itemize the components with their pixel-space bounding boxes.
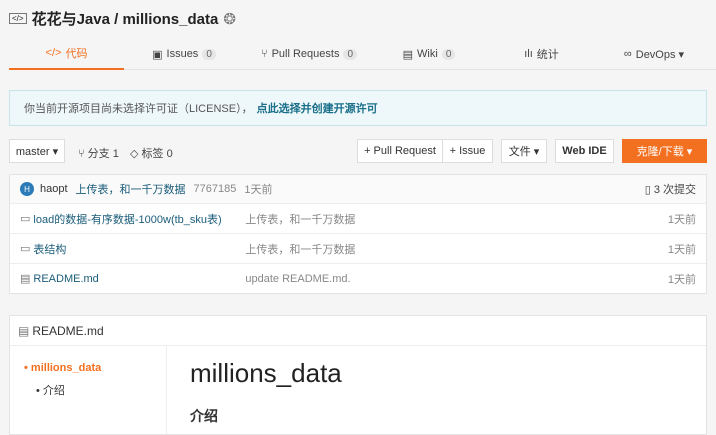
tab-label: DevOps ▾ <box>635 48 685 61</box>
license-notice: 你当前开源项目尚未选择许可证（LICENSE）， 点此选择并创建开源许可 <box>9 90 707 126</box>
license-link[interactable]: 点此选择并创建开源许可 <box>257 100 378 116</box>
latest-commit: H haopt 上传表，和一千万数据 7767185 1天前 ▯ 3 次提交 <box>10 175 706 203</box>
wiki-icon: ▤ <box>402 48 414 61</box>
code-icon: </> <box>45 47 62 59</box>
readme-subheading: 介绍 <box>190 408 218 424</box>
tab-label: 统计 <box>536 49 559 61</box>
tab-stats[interactable]: ılı 统计 <box>484 38 599 70</box>
issues-icon: ▣ <box>152 48 163 61</box>
pull-request-button[interactable]: + Pull Request <box>357 139 443 163</box>
tab-devops[interactable]: ∞ DevOps ▾ <box>599 38 709 70</box>
file-menu-button[interactable]: 文件 ▾ <box>501 139 547 163</box>
tag-icon: ◇ <box>130 148 142 160</box>
repo-name[interactable]: 花花与Java / millions_data <box>32 8 219 29</box>
commit-hash[interactable]: 7767185 <box>194 183 237 195</box>
file-icon: ▤ <box>20 273 31 285</box>
commit-count[interactable]: ▯ 3 次提交 <box>645 181 696 197</box>
file-row[interactable]: ▤ README.md update README.md. 1天前 <box>10 263 706 293</box>
clone-download-button[interactable]: 克隆/下载 ▾ <box>622 139 707 163</box>
toc-label: millions_data <box>30 362 102 374</box>
commit-author[interactable]: haopt <box>40 183 68 195</box>
repo-tabs: </> 代码 ▣ Issues 0 ⑂ Pull Requests 0 ▤ Wiki 0 ıl… <box>9 38 716 70</box>
tab-count: 0 <box>441 48 456 60</box>
toc-item[interactable]: • 介绍 <box>24 382 166 398</box>
readme-header: ▤ README.md <box>10 316 706 346</box>
tab-wiki[interactable]: ▤ Wiki 0 <box>374 38 484 70</box>
file-time: 1天前 <box>667 243 696 256</box>
tab-code[interactable]: </> 代码 <box>9 38 124 70</box>
commit-count-label: 3 次提交 <box>653 184 696 196</box>
repo-title: </> 花花与Java / millions_data ❂ <box>9 8 236 29</box>
file-commit-message[interactable]: update README.md. <box>245 273 350 285</box>
tab-label: Wiki <box>417 48 438 60</box>
file-commit-message[interactable]: 上传表，和一千万数据 <box>245 211 355 227</box>
commits-icon: ▯ <box>644 184 654 196</box>
branch-icon: ⑂ <box>78 148 88 160</box>
folder-icon: ▭ <box>20 213 31 225</box>
readme-title: README.md <box>32 323 104 338</box>
branches-label: 分支 1 <box>87 148 119 160</box>
folder-icon: ▭ <box>20 243 31 255</box>
commit-time: 1天前 <box>244 184 273 196</box>
toc-item[interactable]: • millions_data <box>24 362 166 374</box>
file-icon: ▤ <box>18 323 30 338</box>
file-name[interactable]: load的数据-有序数据-1000w(tb_sku表) <box>33 211 245 227</box>
badge-icon: ❂ <box>223 10 236 28</box>
code-icon: </> <box>9 13 27 24</box>
file-commit-message[interactable]: 上传表，和一千万数据 <box>245 241 355 257</box>
avatar[interactable]: H <box>20 182 34 196</box>
tags-link[interactable]: ◇ 标签 0 <box>130 145 173 161</box>
infinity-icon: ∞ <box>623 48 632 60</box>
tab-count: 0 <box>343 48 358 60</box>
file-name[interactable]: 表结构 <box>33 241 245 257</box>
tags-label: 标签 0 <box>141 148 173 160</box>
tab-count: 0 <box>202 48 216 60</box>
tab-label: Issues <box>166 48 199 60</box>
pull-request-icon: ⑂ <box>260 48 268 60</box>
tab-pull-requests[interactable]: ⑂ Pull Requests 0 <box>244 38 374 70</box>
chart-icon: ılı <box>524 48 533 60</box>
file-list: H haopt 上传表，和一千万数据 7767185 1天前 ▯ 3 次提交 ▭… <box>9 174 707 294</box>
issue-button[interactable]: + Issue <box>442 139 493 163</box>
readme-heading: millions_data <box>190 358 342 388</box>
file-time: 1天前 <box>667 213 696 226</box>
branch-select[interactable]: master ▾ <box>9 139 65 163</box>
file-name[interactable]: README.md <box>33 273 245 285</box>
file-row[interactable]: ▭ 表结构 上传表，和一千万数据 1天前 <box>10 233 706 263</box>
readme-panel: ▤ README.md • millions_data • 介绍 millions… <box>9 315 707 435</box>
file-time: 1天前 <box>667 273 696 286</box>
web-ide-button[interactable]: Web IDE <box>555 139 614 163</box>
toc-label: 介绍 <box>42 385 65 397</box>
tab-label: Pull Requests <box>271 48 340 60</box>
tab-label: 代码 <box>65 48 88 60</box>
readme-toc: • millions_data • 介绍 <box>10 346 167 434</box>
file-row[interactable]: ▭ load的数据-有序数据-1000w(tb_sku表) 上传表，和一千万数据 1天… <box>10 203 706 233</box>
commit-message[interactable]: 上传表，和一千万数据 <box>76 181 186 197</box>
tab-issues[interactable]: ▣ Issues 0 <box>124 38 244 70</box>
notice-text: 你当前开源项目尚未选择许可证（LICENSE）， <box>24 103 253 115</box>
branches-link[interactable]: ⑂ 分支 1 <box>78 145 119 161</box>
